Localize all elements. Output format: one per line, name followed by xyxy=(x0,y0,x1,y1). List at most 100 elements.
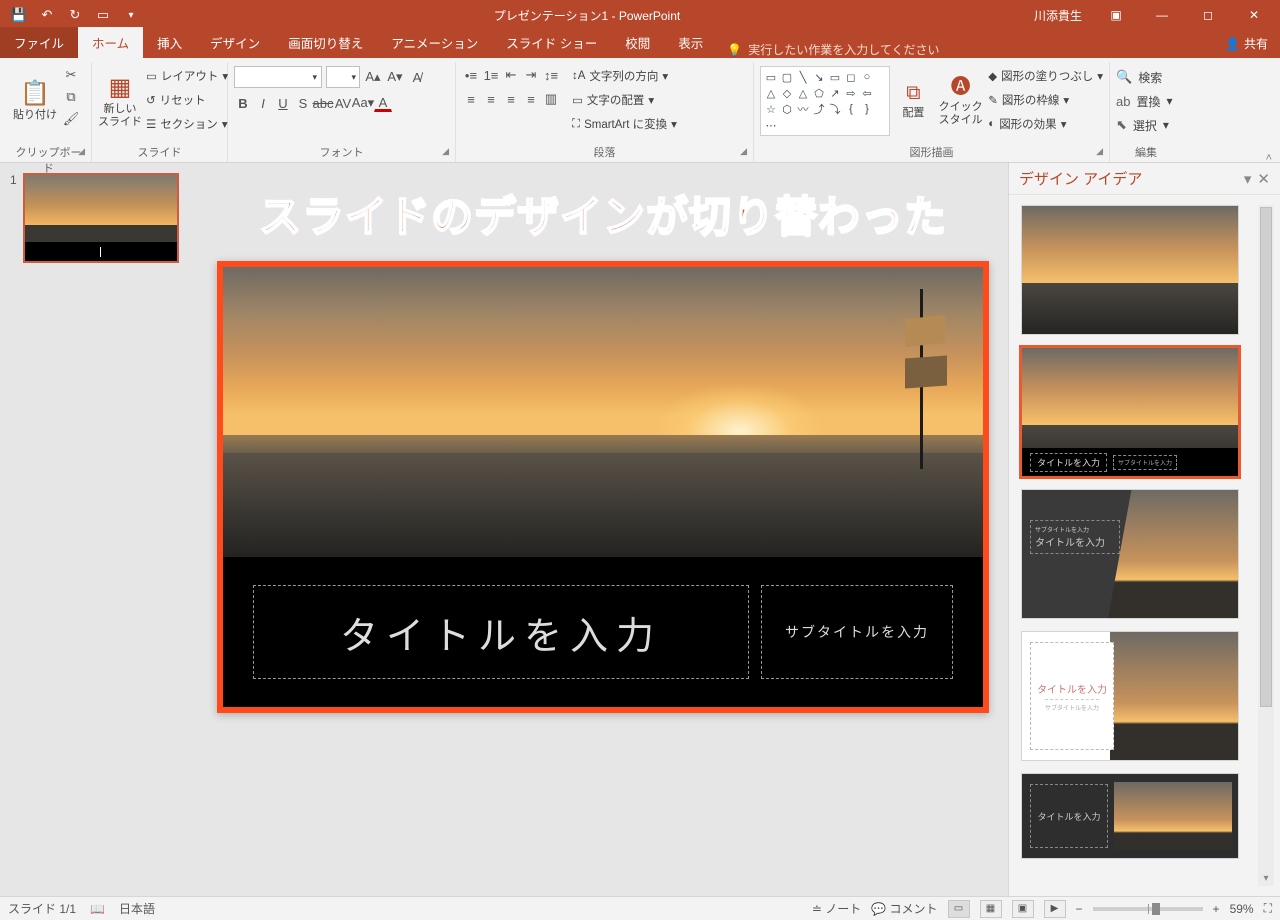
italic-button[interactable]: I xyxy=(254,94,272,112)
columns-icon[interactable]: ▥ xyxy=(542,90,560,108)
title-placeholder[interactable]: タイトルを入力 xyxy=(253,585,749,679)
tell-me-search[interactable]: 💡 実行したい作業を入力してください xyxy=(717,41,949,58)
zoom-in-icon[interactable]: + xyxy=(1213,902,1220,916)
arrange-button[interactable]: ⧉ 配置 xyxy=(894,66,933,136)
find-button[interactable]: 🔍検索 xyxy=(1116,66,1162,88)
share-button[interactable]: 👤 共有 xyxy=(1213,29,1280,58)
normal-view-icon[interactable]: ▭ xyxy=(948,900,970,918)
replace-button[interactable]: ab置換 ▾ xyxy=(1116,90,1173,112)
cut-icon[interactable]: ✂ xyxy=(62,66,80,84)
minimize-icon[interactable]: — xyxy=(1140,0,1184,30)
shape-fill-button[interactable]: ◆図形の塗りつぶし ▾ xyxy=(988,66,1103,86)
comments-button[interactable]: 💬 コメント xyxy=(871,900,937,917)
subtitle-placeholder[interactable]: サブタイトルを入力 xyxy=(761,585,953,679)
text-direction-button[interactable]: ↕A文字列の方向 ▾ xyxy=(572,66,677,86)
shrink-font-icon[interactable]: A▾ xyxy=(386,68,404,86)
inc-indent-icon[interactable]: ⇥ xyxy=(522,66,540,84)
zoom-level[interactable]: 59% xyxy=(1230,902,1254,916)
start-from-beginning-icon[interactable]: ▭ xyxy=(90,2,116,28)
dialog-launcher-icon[interactable]: ◢ xyxy=(78,146,85,157)
bullets-icon[interactable]: •≡ xyxy=(462,66,480,84)
fit-to-window-icon[interactable]: ⛶ xyxy=(1264,901,1272,916)
pane-scrollbar[interactable]: ▾ xyxy=(1258,205,1274,886)
annotation-overlay: スライドのデザインが切り替わった xyxy=(259,183,947,244)
save-icon[interactable]: 💾 xyxy=(6,2,32,28)
tab-file[interactable]: ファイル xyxy=(0,27,78,58)
tab-animations[interactable]: アニメーション xyxy=(377,27,492,58)
select-button[interactable]: ⬉選択 ▾ xyxy=(1116,114,1169,136)
paste-button[interactable]: 📋 貼り付け xyxy=(12,66,58,136)
bold-button[interactable]: B xyxy=(234,94,252,112)
quick-styles-button[interactable]: 🅐 クイック スタイル xyxy=(937,66,984,136)
ribbon-display-icon[interactable]: ▣ xyxy=(1094,0,1138,30)
tab-insert[interactable]: 挿入 xyxy=(143,27,196,58)
design-idea-5[interactable]: タイトルを入力 xyxy=(1021,773,1239,859)
undo-icon[interactable]: ↶ xyxy=(34,2,60,28)
font-size-combo[interactable]: ▾ xyxy=(326,66,360,88)
scrollbar-thumb[interactable] xyxy=(1260,207,1272,707)
format-painter-icon[interactable]: 🖌 xyxy=(62,110,80,128)
numbering-icon[interactable]: 1≡ xyxy=(482,66,500,84)
new-slide-button[interactable]: ▦ 新しい スライド xyxy=(98,66,142,136)
grow-font-icon[interactable]: A▴ xyxy=(364,68,382,86)
tab-slideshow[interactable]: スライド ショー xyxy=(492,27,611,58)
design-idea-1[interactable] xyxy=(1021,205,1239,335)
dialog-launcher-icon[interactable]: ◢ xyxy=(1096,146,1103,157)
close-icon[interactable]: ✕ xyxy=(1232,0,1276,30)
align-text-button[interactable]: ▭文字の配置 ▾ xyxy=(572,90,677,110)
dec-indent-icon[interactable]: ⇤ xyxy=(502,66,520,84)
design-idea-3[interactable]: サブタイトルを入力タイトルを入力 xyxy=(1021,489,1239,619)
design-idea-4[interactable]: タイトルを入力サブタイトルを入力 xyxy=(1021,631,1239,761)
language-indicator[interactable]: 日本語 xyxy=(119,900,155,917)
clear-format-icon[interactable]: A̸ xyxy=(408,68,426,86)
justify-icon[interactable]: ≡ xyxy=(522,90,540,108)
qat-more-icon[interactable]: ▾ xyxy=(118,2,144,28)
collapse-ribbon-icon[interactable]: ˄ xyxy=(1266,152,1272,164)
dialog-launcher-icon[interactable]: ◢ xyxy=(442,146,449,157)
slide-background-image xyxy=(223,267,983,557)
align-left-icon[interactable]: ≡ xyxy=(462,90,480,108)
layout-button[interactable]: ▭レイアウト ▾ xyxy=(146,66,228,86)
slide-thumbnail-1[interactable] xyxy=(23,173,179,263)
change-case-icon[interactable]: Aa▾ xyxy=(354,94,372,112)
design-idea-2[interactable]: タイトルを入力サブタイトルを入力 xyxy=(1021,347,1239,477)
pane-menu-icon[interactable]: ▾ xyxy=(1244,170,1252,188)
dialog-launcher-icon[interactable]: ◢ xyxy=(740,146,747,157)
sorter-view-icon[interactable]: ▦ xyxy=(980,900,1002,918)
strike-button[interactable]: abc xyxy=(314,94,332,112)
align-right-icon[interactable]: ≡ xyxy=(502,90,520,108)
zoom-slider[interactable] xyxy=(1093,907,1203,911)
account-name[interactable]: 川添貴生 xyxy=(1024,7,1092,24)
notes-button[interactable]: ≐ ノート xyxy=(812,900,861,917)
spellcheck-icon[interactable]: 📖 xyxy=(90,902,105,916)
char-spacing-icon[interactable]: AV xyxy=(334,94,352,112)
copy-icon[interactable]: ⧉ xyxy=(62,88,80,106)
font-name-combo[interactable]: ▾ xyxy=(234,66,322,88)
pane-title: デザイン アイデア xyxy=(1019,168,1142,189)
tab-transitions[interactable]: 画面切り替え xyxy=(274,27,377,58)
section-button[interactable]: ☰セクション ▾ xyxy=(146,114,228,134)
reading-view-icon[interactable]: ▣ xyxy=(1012,900,1034,918)
align-center-icon[interactable]: ≡ xyxy=(482,90,500,108)
slide-counter[interactable]: スライド 1/1 xyxy=(8,900,76,917)
shape-effects-button[interactable]: ◐図形の効果 ▾ xyxy=(988,114,1103,134)
redo-icon[interactable]: ↻ xyxy=(62,2,88,28)
line-spacing-icon[interactable]: ↕≡ xyxy=(542,66,560,84)
shadow-button[interactable]: S xyxy=(294,94,312,112)
slideshow-view-icon[interactable]: ▶ xyxy=(1044,900,1066,918)
smartart-button[interactable]: ⛶SmartArt に変換 ▾ xyxy=(572,114,677,134)
tab-review[interactable]: 校閲 xyxy=(611,27,664,58)
shape-outline-button[interactable]: ✎図形の枠線 ▾ xyxy=(988,90,1103,110)
scroll-down-icon[interactable]: ▾ xyxy=(1258,870,1274,886)
font-color-icon[interactable]: A xyxy=(374,94,392,112)
tab-view[interactable]: 表示 xyxy=(664,27,717,58)
tab-home[interactable]: ホーム xyxy=(78,27,143,58)
zoom-out-icon[interactable]: − xyxy=(1076,902,1083,916)
tab-design[interactable]: デザイン xyxy=(196,27,274,58)
maximize-icon[interactable]: ◻ xyxy=(1186,0,1230,30)
reset-button[interactable]: ↺リセット xyxy=(146,90,228,110)
underline-button[interactable]: U xyxy=(274,94,292,112)
pane-close-icon[interactable]: ✕ xyxy=(1257,170,1270,188)
slide-1[interactable]: タイトルを入力 サブタイトルを入力 xyxy=(223,267,983,707)
shapes-gallery[interactable]: ▭▢╲↘▭◻○△ ◇△⬠↗⇨⇦☆⬡ 〰⤴⤵{}⋯ xyxy=(760,66,890,136)
